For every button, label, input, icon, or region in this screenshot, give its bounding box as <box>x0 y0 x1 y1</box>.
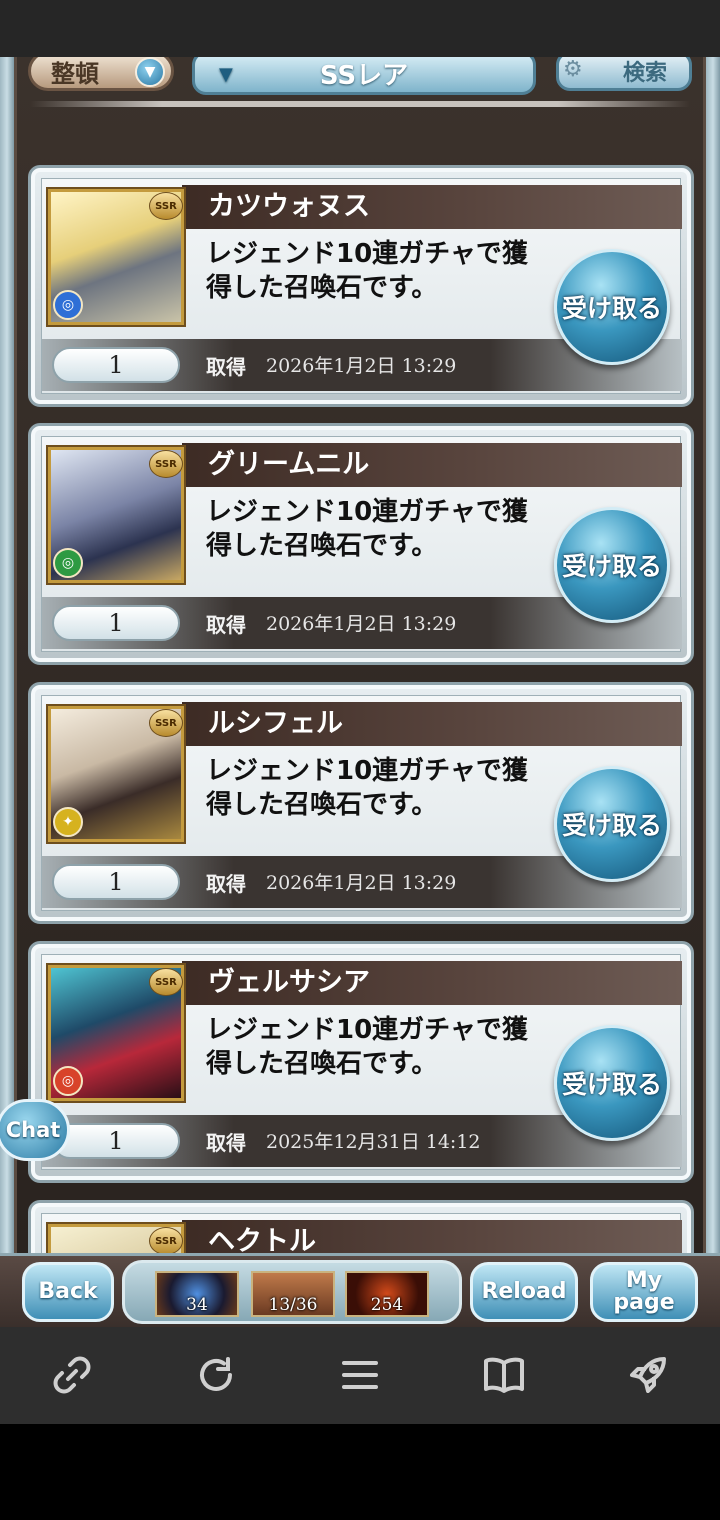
acquired-label: 取得 <box>206 355 246 379</box>
acquired-label: 取得 <box>206 1131 246 1155</box>
acquired-date: 2026年1月2日 13:29 <box>266 872 457 894</box>
card-description: レジェンド10連ガチャで獲得した召喚石です。 <box>206 756 528 820</box>
card-name: ヴェルサシア <box>182 961 682 1005</box>
status-bar <box>0 0 720 57</box>
receive-button[interactable]: 受け取る <box>554 766 670 882</box>
search-button[interactable]: ⚙ 検索 <box>556 57 692 91</box>
ssr-badge: SSR <box>149 1227 183 1255</box>
summon-thumbnail[interactable]: SSR ◎ <box>48 189 184 325</box>
card-body: ヴェルサシア SSR ◎ レジェンド10連ガチャで獲得した召喚石です。 1 取得… <box>41 954 682 1170</box>
gear-icon: ⚙ <box>563 57 583 82</box>
link-icon[interactable] <box>48 1351 96 1399</box>
mypage-label: My page <box>613 1268 675 1315</box>
summon-card: カツウォヌス SSR ◎ レジェンド10連ガチャで獲得した召喚石です。 1 取得… <box>28 165 694 407</box>
sort-label: 整頓 <box>51 59 99 88</box>
quantity: 1 <box>52 605 180 641</box>
summon-card: ヴェルサシア SSR ◎ レジェンド10連ガチャで獲得した召喚石です。 1 取得… <box>28 941 694 1183</box>
item-slot[interactable]: 254 <box>345 1271 429 1317</box>
sort-button[interactable]: 整頓 ▼ <box>28 57 174 91</box>
ssr-badge: SSR <box>149 968 183 996</box>
card-name: グリームニル <box>182 443 682 487</box>
card-body: ルシフェル SSR ✦ レジェンド10連ガチャで獲得した召喚石です。 1 取得 … <box>41 695 682 911</box>
acquired-date: 2026年1月2日 13:29 <box>266 355 457 377</box>
acquired-label: 取得 <box>206 872 246 896</box>
filter-row: 整頓 ▼ ▼ SSレア ⚙ 検索 <box>0 57 720 117</box>
ssr-badge: SSR <box>149 450 183 478</box>
chevron-down-icon: ▼ <box>135 57 165 87</box>
item-slot[interactable]: 13/36 <box>251 1271 335 1317</box>
card-description: レジェンド10連ガチャで獲得した召喚石です。 <box>206 239 528 303</box>
card-description: レジェンド10連ガチャで獲得した召喚石です。 <box>206 1015 528 1079</box>
quantity: 1 <box>52 864 180 900</box>
card-name: カツウォヌス <box>182 185 682 229</box>
item-count: 254 <box>370 1295 404 1315</box>
acquired-date: 2026年1月2日 13:29 <box>266 613 457 635</box>
ssr-badge: SSR <box>149 709 183 737</box>
item-tray: 34 13/36 254 <box>122 1260 462 1324</box>
item-slot[interactable]: 34 <box>155 1271 239 1317</box>
reload-label: Reload <box>481 1279 567 1304</box>
card-description: レジェンド10連ガチャで獲得した召喚石です。 <box>206 497 528 561</box>
quantity: 1 <box>52 1123 180 1159</box>
search-label: 検索 <box>622 61 667 86</box>
receive-button[interactable]: 受け取る <box>554 249 670 365</box>
summon-thumbnail[interactable]: SSR ✦ <box>48 706 184 842</box>
rocket-icon[interactable] <box>624 1351 672 1399</box>
acquired-label: 取得 <box>206 613 246 637</box>
system-nav-area <box>0 1424 720 1520</box>
game-area: 整頓 ▼ ▼ SSレア ⚙ 検索 カツウォヌス SSR ◎ レジェンド10連ガチ… <box>0 57 720 1327</box>
summon-thumbnail[interactable]: SSR ◎ <box>48 965 184 1101</box>
reload-button[interactable]: Reload <box>470 1262 578 1322</box>
summon-card: グリームニル SSR ◎ レジェンド10連ガチャで獲得した召喚石です。 1 取得… <box>28 423 694 665</box>
wind-element-icon: ◎ <box>53 548 83 578</box>
book-icon[interactable] <box>480 1351 528 1399</box>
ssr-badge: SSR <box>149 192 183 220</box>
fire-element-icon: ◎ <box>53 1066 83 1096</box>
light-element-icon: ✦ <box>53 807 83 837</box>
chat-button[interactable]: Chat <box>0 1099 70 1161</box>
browser-nav-bar <box>0 1327 720 1424</box>
item-count: 13/36 <box>268 1295 318 1315</box>
frame-right <box>706 57 720 1257</box>
summon-thumbnail[interactable]: SSR ◎ <box>48 447 184 583</box>
rarity-filter-select[interactable]: ▼ SSレア <box>192 57 536 95</box>
divider <box>30 101 690 107</box>
item-count: 34 <box>186 1295 208 1315</box>
receive-button[interactable]: 受け取る <box>554 1025 670 1141</box>
card-name: ルシフェル <box>182 702 682 746</box>
dropdown-arrow-icon: ▼ <box>219 64 233 85</box>
back-label: Back <box>38 1279 98 1304</box>
back-button[interactable]: Back <box>22 1262 114 1322</box>
refresh-icon[interactable] <box>192 1351 240 1399</box>
card-body: グリームニル SSR ◎ レジェンド10連ガチャで獲得した召喚石です。 1 取得… <box>41 436 682 652</box>
mypage-button[interactable]: My page <box>590 1262 698 1322</box>
rarity-filter-label: SSレア <box>319 60 409 91</box>
acquired-date: 2025年12月31日 14:12 <box>266 1131 481 1153</box>
frame-left <box>0 57 14 1257</box>
receive-button[interactable]: 受け取る <box>554 507 670 623</box>
game-nav-bar: Back 34 13/36 254 Reload My page <box>0 1253 720 1327</box>
water-element-icon: ◎ <box>53 290 83 320</box>
quantity: 1 <box>52 347 180 383</box>
menu-icon[interactable] <box>336 1351 384 1399</box>
summon-card: ルシフェル SSR ✦ レジェンド10連ガチャで獲得した召喚石です。 1 取得 … <box>28 682 694 924</box>
card-body: カツウォヌス SSR ◎ レジェンド10連ガチャで獲得した召喚石です。 1 取得… <box>41 178 682 394</box>
